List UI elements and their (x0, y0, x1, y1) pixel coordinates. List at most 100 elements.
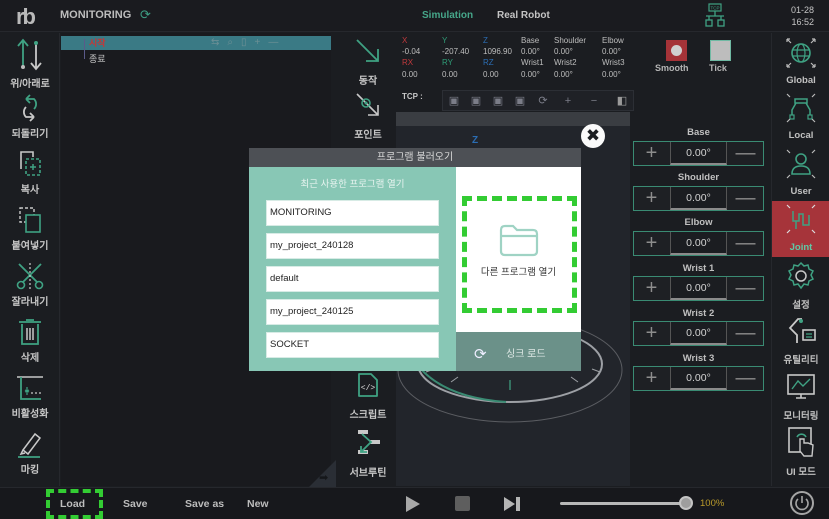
jog-wrist2-value[interactable]: 0.00° (670, 322, 727, 345)
recent-program-item[interactable]: SOCKET (266, 332, 439, 358)
recent-program-item[interactable]: my_project_240125 (266, 299, 439, 325)
jog-shoulder-minus-button[interactable]: — (728, 187, 763, 210)
view-reset-icon[interactable]: ⟳ (536, 94, 550, 108)
frame-global-button[interactable]: Global (772, 36, 829, 88)
jog-wrist3-minus-button[interactable]: — (728, 367, 763, 390)
jog-wrist3-plus-button[interactable]: + (634, 367, 669, 390)
tick-toggle[interactable] (710, 40, 731, 61)
utility-icon (788, 318, 816, 343)
recent-program-item[interactable]: MONITORING (266, 200, 439, 226)
coord-z-value: 1096.90 (483, 47, 512, 56)
subroutine-command-label: 서브루틴 (349, 468, 387, 479)
jog-elbow-value[interactable]: 0.00° (670, 232, 727, 255)
point-icon (356, 93, 379, 116)
settings-button[interactable]: 설정 (772, 260, 829, 312)
power-button[interactable] (790, 491, 814, 515)
joint-elbow-value: 0.00° (602, 47, 621, 56)
load-program-dialog: 프로그램 불러오기 최근 사용한 프로그램 열기 MONITORING my_p… (249, 148, 581, 371)
tcp-network-icon[interactable]: TCP (702, 3, 728, 29)
speed-slider-handle[interactable] (679, 496, 693, 510)
joint-shoulder-label: Shoulder (554, 36, 587, 45)
joint-icon (786, 204, 816, 234)
jog-elbow-minus-button[interactable]: — (728, 232, 763, 255)
utility-button[interactable]: 유틸리티 (772, 315, 829, 367)
paste-button[interactable]: 붙여넣기 (0, 203, 60, 259)
zoom-out-icon[interactable]: − (587, 94, 601, 108)
frame-user-button[interactable]: User (772, 147, 829, 199)
view-cube-side-icon[interactable]: ▣ (469, 94, 483, 108)
jog-wrist2-minus-button[interactable]: — (728, 322, 763, 345)
jog-wrist1-minus-button[interactable]: — (728, 277, 763, 300)
move-up-down-button[interactable]: 위/아래로 (0, 35, 60, 91)
tree-connector (84, 39, 85, 59)
marking-button[interactable]: 마킹 (0, 427, 60, 483)
jog-wrist3-value[interactable]: 0.00° (670, 367, 727, 390)
coord-rz-value: 0.00 (483, 70, 499, 79)
cut-label: 잘라내기 (11, 297, 49, 308)
view-cube-top-icon[interactable]: ▣ (491, 94, 505, 108)
recent-program-item[interactable]: default (266, 266, 439, 292)
tree-item-end[interactable]: 종료 (89, 52, 106, 65)
script-command-button[interactable]: </> 스크립트 (340, 371, 396, 421)
jog-base-minus-button[interactable]: — (728, 142, 763, 165)
stop-icon[interactable] (455, 496, 470, 511)
coord-ry-label: RY (442, 58, 453, 67)
jog-shoulder-value[interactable]: 0.00° (670, 187, 727, 210)
local-frame-icon (786, 93, 816, 123)
speed-slider-track[interactable] (560, 502, 686, 505)
point-command-button[interactable]: 포인트 (340, 91, 396, 141)
cut-button[interactable]: 잘라내기 (0, 259, 60, 315)
save-as-button[interactable]: Save as (185, 498, 224, 510)
jog-wrist2-label: Wrist 2 (682, 308, 715, 319)
joint-elbow-label: Elbow (602, 36, 624, 45)
script-command-label: 스크립트 (349, 410, 387, 421)
program-title: MONITORING (60, 9, 132, 21)
ui-mode-label: UI 모드 (786, 467, 816, 478)
jog-base-plus-button[interactable]: + (634, 142, 669, 165)
jog-wrist3-row: + 0.00° — (633, 366, 764, 391)
view-cube-front-icon[interactable]: ▣ (447, 94, 461, 108)
ui-mode-button[interactable]: UI 모드 (772, 425, 829, 481)
cube-icon[interactable]: ◧ (615, 94, 629, 108)
new-button[interactable]: New (247, 498, 269, 510)
copy-button[interactable]: 복사 (0, 147, 60, 203)
frame-local-button[interactable]: Local (772, 91, 829, 143)
zoom-in-icon[interactable]: + (561, 94, 575, 108)
disable-button[interactable]: 비활성화 (0, 371, 60, 427)
step-next-icon[interactable] (503, 496, 521, 512)
refresh-icon[interactable]: ⟳ (140, 7, 151, 23)
open-other-program-button[interactable] (462, 196, 577, 313)
subroutine-command-button[interactable]: 서브루틴 (340, 427, 396, 479)
close-dialog-button[interactable]: ✖ (581, 124, 605, 148)
arrow-right-icon[interactable]: ➡ (319, 471, 328, 484)
tree-item-start[interactable]: 시작 (89, 36, 106, 49)
tcp-badge-text: TCP (711, 6, 720, 11)
coord-rx-label: RX (402, 58, 414, 67)
jog-wrist1-plus-button[interactable]: + (634, 277, 669, 300)
power-icon (795, 496, 809, 511)
delete-button[interactable]: 삭제 (0, 315, 60, 371)
save-button[interactable]: Save (123, 498, 148, 510)
jog-wrist2-plus-button[interactable]: + (634, 322, 669, 345)
mode-real-robot-tab[interactable]: Real Robot (497, 10, 550, 21)
jog-wrist1-value[interactable]: 0.00° (670, 277, 727, 300)
motion-command-button[interactable]: 동작 (340, 37, 396, 87)
tick-label: Tick (709, 63, 727, 73)
disable-label: 비활성화 (11, 409, 49, 420)
undo-button[interactable]: 되돌리기 (0, 91, 60, 147)
coord-rx-value: 0.00 (402, 70, 418, 79)
play-icon[interactable] (406, 496, 420, 512)
touch-icon (788, 427, 814, 457)
recent-program-item[interactable]: my_project_240128 (266, 233, 439, 259)
jog-base-value[interactable]: 0.00° (670, 142, 727, 165)
view-cube-iso-icon[interactable]: ▣ (513, 94, 527, 108)
mode-simulation-tab[interactable]: Simulation (422, 10, 473, 21)
monitoring-button[interactable]: 모니터링 (772, 371, 829, 423)
joint-wrist1-value: 0.00° (521, 70, 540, 79)
tree-row-actions[interactable]: ⇆⌕▯+— (211, 37, 286, 48)
sync-icon: ⟳ (474, 346, 487, 363)
monitor-icon (787, 374, 815, 399)
frame-joint-button[interactable]: Joint (772, 201, 829, 257)
jog-shoulder-plus-button[interactable]: + (634, 187, 669, 210)
jog-elbow-plus-button[interactable]: + (634, 232, 669, 255)
